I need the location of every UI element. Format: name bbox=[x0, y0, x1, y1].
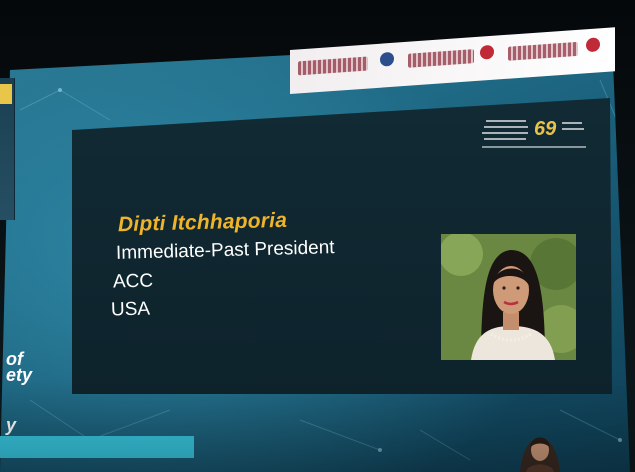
heart-logo-icon bbox=[586, 37, 600, 53]
badge-subtitle-line bbox=[482, 146, 586, 148]
cyan-accent-bar bbox=[0, 436, 194, 458]
conference-badge: 69 bbox=[478, 116, 590, 156]
presenter-silhouette bbox=[520, 437, 560, 472]
badge-number: 69 bbox=[534, 118, 557, 140]
sponsor-logo bbox=[508, 41, 578, 61]
speaker-name: Dipti Itchhaporia bbox=[117, 208, 288, 237]
speaker-organization: ACC bbox=[112, 270, 154, 293]
side-text-fragment: ety bbox=[6, 365, 33, 385]
portrait-illustration bbox=[441, 234, 576, 360]
speaker-photo bbox=[441, 234, 576, 360]
sponsor-logo bbox=[408, 49, 474, 68]
adjacent-screen-edge bbox=[0, 78, 15, 220]
sponsor-logo bbox=[298, 56, 368, 76]
yellow-accent-strip bbox=[0, 84, 12, 104]
side-text-fragment: y bbox=[6, 415, 17, 435]
sponsor-emblem-icon bbox=[480, 44, 494, 60]
sponsor-emblem-icon bbox=[380, 51, 394, 67]
speaker-country: USA bbox=[110, 298, 151, 321]
